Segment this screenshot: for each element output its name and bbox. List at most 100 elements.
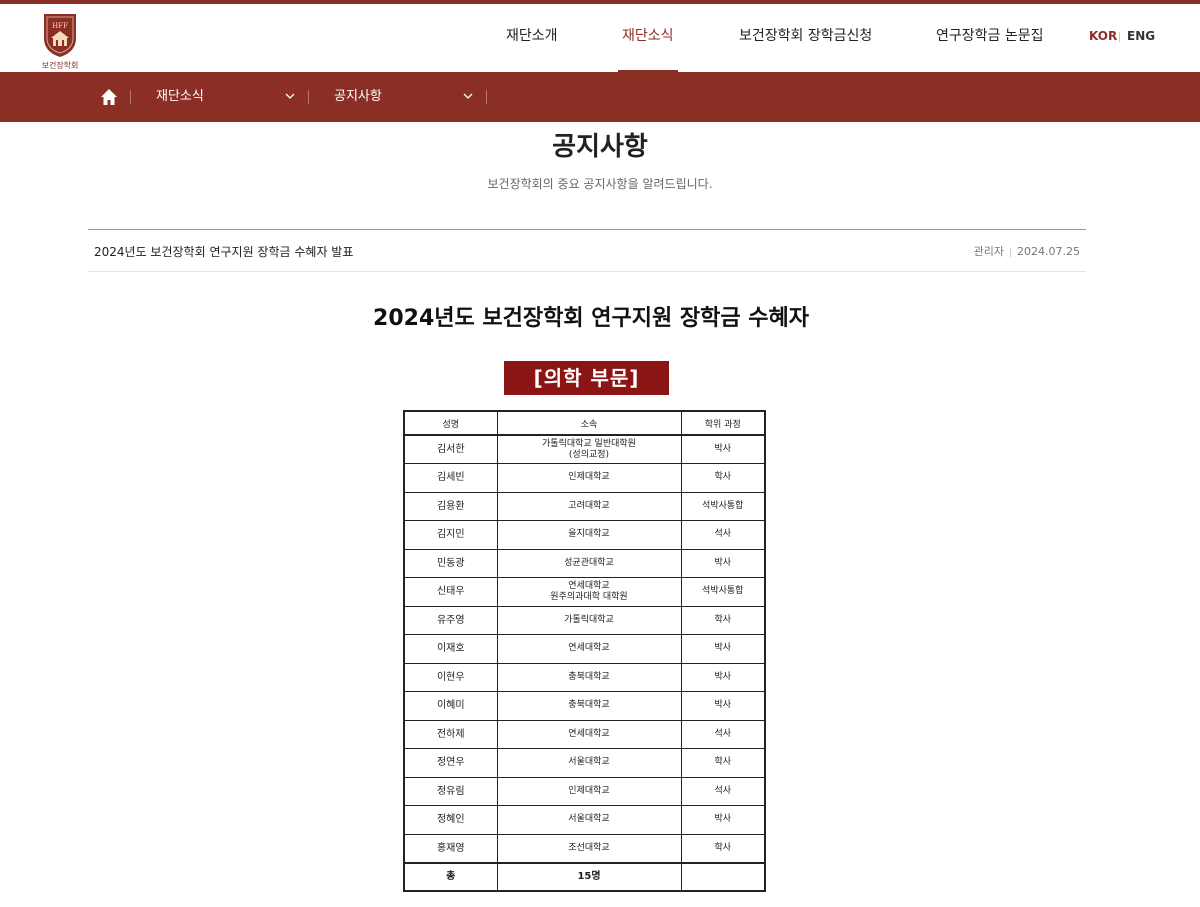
- cell-degree: 석사: [680, 719, 766, 749]
- cell-degree: 석박사통합: [680, 491, 766, 521]
- cell-degree: 석사: [680, 776, 766, 806]
- total-label: 총: [403, 861, 498, 891]
- cell-affiliation: 인제대학교: [496, 776, 682, 806]
- cell-degree: 박사: [680, 805, 766, 835]
- home-icon[interactable]: [98, 86, 120, 108]
- cell-name: 홍재영: [403, 833, 498, 863]
- column-header-degree: 학위 과정: [680, 410, 766, 436]
- cell-degree: 석사: [680, 520, 766, 550]
- chevron-down-icon: [463, 93, 473, 99]
- cell-affiliation: 가톨릭대학교 일반대학원 (성의교정): [496, 434, 682, 464]
- meta-separator: [1010, 247, 1012, 257]
- cell-affiliation: 조선대학교: [496, 833, 682, 863]
- content-heading: 2024년도 보건장학회 연구지원 장학금 수혜자: [373, 306, 809, 331]
- breadcrumb-level1-label: 재단소식: [156, 89, 204, 104]
- table-row: 정연우 서울대학교 학사: [403, 748, 766, 778]
- cell-name: 유주영: [403, 605, 498, 635]
- cell-degree: 박사: [680, 634, 766, 664]
- total-value: 15명: [496, 861, 682, 891]
- cell-affiliation: 성균관대학교: [496, 548, 682, 578]
- cell-affiliation: 가톨릭대학교: [496, 605, 682, 635]
- table-row: 정혜인 서울대학교 박사: [403, 805, 766, 835]
- cell-affiliation: 연세대학교: [496, 719, 682, 749]
- column-header-name: 성명: [403, 410, 498, 436]
- table-row: 이재호 연세대학교 박사: [403, 634, 766, 664]
- cell-affiliation: 충북대학교: [496, 662, 682, 692]
- table-row: 이현우 충북대학교 박사: [403, 662, 766, 692]
- table-row: 정유림 인제대학교 석사: [403, 776, 766, 806]
- cell-degree: 학사: [680, 605, 766, 635]
- table-total-row: 총 15명: [403, 861, 766, 891]
- breadcrumb-dropdown-level1[interactable]: 재단소식: [156, 72, 298, 122]
- total-empty-cell: [680, 861, 766, 891]
- cell-affiliation: 고려대학교: [496, 491, 682, 521]
- post-meta: 관리자 2024.07.25: [974, 243, 1080, 259]
- cell-name: 이현우: [403, 662, 498, 692]
- table-row: 김지민 을지대학교 석사: [403, 520, 766, 550]
- svg-text:HFF: HFF: [52, 22, 68, 30]
- nav-item-scholarship-apply[interactable]: 보건장학회 장학금신청: [739, 4, 872, 72]
- nav-item-research-papers[interactable]: 연구장학금 논문집: [936, 4, 1044, 72]
- column-header-affiliation: 소속: [496, 410, 682, 436]
- table-row: 신태우 연세대학교 원주의과대학 대학원 석박사통합: [403, 577, 766, 607]
- post-header: 2024년도 보건장학회 연구지원 장학금 수혜자 발표 관리자 2024.07.…: [88, 229, 1086, 272]
- cell-name: 민동광: [403, 548, 498, 578]
- table-row: 전하제 연세대학교 석사: [403, 719, 766, 749]
- cell-degree: 박사: [680, 691, 766, 721]
- cell-name: 이혜미: [403, 691, 498, 721]
- breadcrumb-divider: [308, 90, 309, 104]
- post-date: 2024.07.25: [1017, 245, 1080, 258]
- breadcrumb-divider: [130, 90, 131, 104]
- page-title: 공지사항: [552, 132, 648, 162]
- winners-table: 성명 소속 학위 과정 김서한 가톨릭대학교 일반대학원 (성의교정) 박사 김세빈 인…: [403, 410, 766, 892]
- cell-affiliation: 연세대학교: [496, 634, 682, 664]
- nav-item-news[interactable]: 재단소식: [618, 4, 678, 72]
- cell-name: 이재호: [403, 634, 498, 664]
- breadcrumb-bar: 재단소식 공지사항: [0, 72, 1200, 122]
- cell-name: 전하제: [403, 719, 498, 749]
- page-subtitle: 보건장학회의 중요 공지사항을 알려드립니다.: [487, 177, 713, 191]
- table-body: 김서한 가톨릭대학교 일반대학원 (성의교정) 박사 김세빈 인제대학교 학사 김용환 고려대…: [403, 434, 766, 863]
- lang-kor-link[interactable]: KOR: [1089, 4, 1117, 72]
- site-header: HFF 보건장학회 재단소개 재단소식 보건장학회 장학금신청 연구장학금 논문…: [0, 4, 1200, 72]
- cell-degree: 학사: [680, 748, 766, 778]
- breadcrumb-divider: [486, 90, 487, 104]
- cell-degree: 박사: [680, 548, 766, 578]
- cell-name: 정유림: [403, 776, 498, 806]
- cell-affiliation: 을지대학교: [496, 520, 682, 550]
- table-row: 김서한 가톨릭대학교 일반대학원 (성의교정) 박사: [403, 434, 766, 464]
- table-row: 민동광 성균관대학교 박사: [403, 548, 766, 578]
- lang-eng-link[interactable]: ENG: [1127, 4, 1155, 72]
- table-row: 홍재영 조선대학교 학사: [403, 833, 766, 863]
- cell-name: 김용환: [403, 491, 498, 521]
- cell-affiliation: 충북대학교: [496, 691, 682, 721]
- cell-degree: 박사: [680, 662, 766, 692]
- cell-name: 정혜인: [403, 805, 498, 835]
- logo-text: 보건장학회: [41, 61, 79, 70]
- cell-degree: 석박사통합: [680, 577, 766, 607]
- breadcrumb-level2-label: 공지사항: [334, 89, 382, 104]
- cell-name: 김서한: [403, 434, 498, 464]
- post-author: 관리자: [973, 245, 1005, 258]
- cell-degree: 박사: [680, 434, 766, 464]
- cell-name: 김지민: [403, 520, 498, 550]
- table-header-row: 성명 소속 학위 과정: [403, 410, 766, 436]
- table-row: 김세빈 인제대학교 학사: [403, 463, 766, 493]
- table-row: 유주영 가톨릭대학교 학사: [403, 605, 766, 635]
- breadcrumb-dropdown-level2[interactable]: 공지사항: [334, 72, 476, 122]
- table-row: 이혜미 충북대학교 박사: [403, 691, 766, 721]
- nav-item-about[interactable]: 재단소개: [506, 4, 558, 72]
- chevron-down-icon: [285, 93, 295, 99]
- cell-name: 김세빈: [403, 463, 498, 493]
- lang-separator: [1119, 32, 1120, 42]
- table-row: 김용환 고려대학교 석박사통합: [403, 491, 766, 521]
- post-title: 2024년도 보건장학회 연구지원 장학금 수혜자 발표: [94, 245, 354, 259]
- category-badge: [의학 부문]: [504, 361, 669, 395]
- cell-affiliation: 서울대학교: [496, 805, 682, 835]
- cell-name: 정연우: [403, 748, 498, 778]
- cell-name: 신태우: [403, 577, 498, 607]
- cell-degree: 학사: [680, 833, 766, 863]
- cell-degree: 학사: [680, 463, 766, 493]
- cell-affiliation: 인제대학교: [496, 463, 682, 493]
- cell-affiliation: 연세대학교 원주의과대학 대학원: [496, 577, 682, 607]
